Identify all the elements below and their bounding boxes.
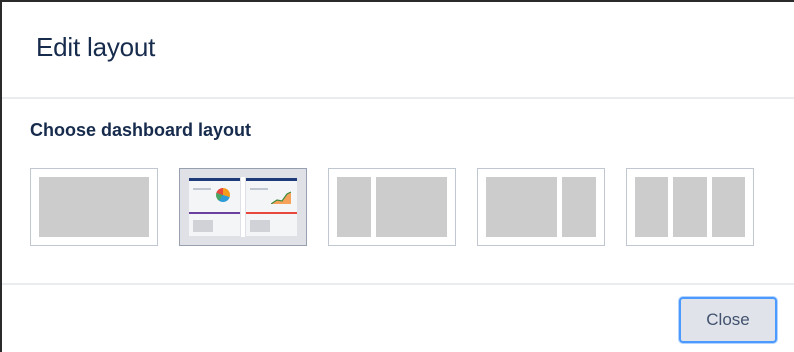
layout-column (486, 177, 557, 237)
layout-column (635, 177, 669, 237)
dialog-header: Edit layout (2, 2, 794, 99)
layout-column (337, 177, 371, 237)
dialog-body: Choose dashboard layout (2, 99, 794, 285)
preview-divider (189, 212, 240, 214)
layout-options (30, 168, 754, 246)
preview-line (250, 188, 268, 190)
layout-column (562, 177, 596, 237)
pie-chart-icon (216, 188, 230, 202)
preview-bar (189, 178, 240, 181)
layout-column (39, 177, 149, 237)
dialog-title: Edit layout (36, 32, 156, 62)
layout-option-two-column-narrow-wide[interactable] (328, 168, 456, 246)
layout-option-three-column[interactable] (626, 168, 754, 246)
layout-column (376, 177, 447, 237)
preview-line (193, 188, 211, 190)
layout-section-heading: Choose dashboard layout (30, 120, 252, 140)
layout-column (673, 177, 707, 237)
preview-block (250, 220, 270, 232)
edit-layout-dialog: Edit layout Choose dashboard layout Clos… (0, 0, 794, 352)
preview-block (193, 220, 213, 232)
close-button[interactable]: Close (679, 297, 777, 343)
layout-column (711, 177, 745, 237)
dialog-footer: Close (2, 285, 794, 352)
area-chart-icon (271, 191, 291, 204)
preview-pane-left (188, 177, 241, 237)
layout-option-two-column-equal[interactable] (179, 168, 307, 246)
preview-bar (246, 178, 297, 181)
layout-preview (188, 177, 298, 237)
layout-option-one-column[interactable] (30, 168, 158, 246)
preview-divider (246, 212, 297, 214)
preview-pane-right (245, 177, 298, 237)
layout-option-two-column-wide-narrow[interactable] (477, 168, 605, 246)
